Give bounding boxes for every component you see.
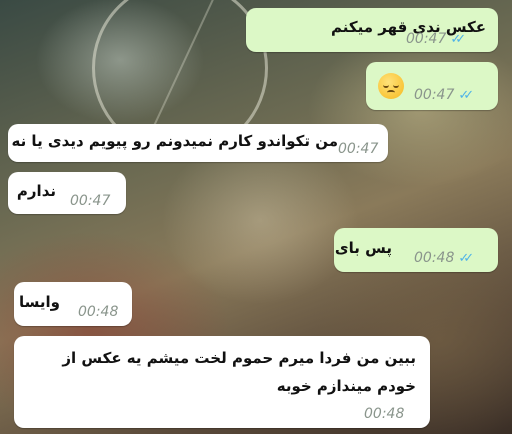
message-time: 00:47 [338, 141, 379, 157]
pensive-face-icon [378, 73, 404, 99]
message-meta: 00:48 ✓✓ [414, 250, 474, 266]
message-time: 00:48 [364, 406, 405, 422]
message-meta: 00:47 ✓✓ [414, 87, 474, 103]
message-text: ندارم [16, 182, 56, 200]
message-bubble-incoming[interactable]: من تکواندو کارم نمیدونم رو پیویم دیدی یا… [8, 124, 388, 162]
double-check-icon: ✓✓ [458, 87, 474, 103]
message-time: 00:47 [406, 31, 447, 47]
message-text: من تکواندو کارم نمیدونم رو پیویم دیدی یا… [11, 132, 338, 150]
message-meta: 00:47 ✓✓ [406, 31, 466, 47]
message-meta: 00:47 [70, 193, 110, 209]
message-bubble-incoming[interactable]: ببین من فردا میرم حموم لخت میشم یه عکس ا… [14, 336, 430, 428]
message-text: پس بای [334, 239, 392, 257]
message-time: 00:47 [70, 193, 111, 209]
double-check-icon: ✓✓ [458, 250, 474, 266]
message-time: 00:48 [78, 304, 119, 320]
message-meta: 00:48 [78, 304, 118, 320]
message-bubble-outgoing[interactable]: عکس ندی قهر میکنم 00:47 ✓✓ [246, 8, 498, 52]
message-meta: 00:48 [364, 406, 404, 422]
message-time: 00:47 [414, 87, 455, 103]
double-check-icon: ✓✓ [450, 31, 466, 47]
message-time: 00:48 [414, 250, 455, 266]
message-bubble-outgoing[interactable]: پس بای 00:48 ✓✓ [334, 228, 498, 272]
message-bubble-incoming[interactable]: ندارم 00:47 [8, 172, 126, 214]
message-text: ببین من فردا میرم حموم لخت میشم یه عکس ا… [62, 349, 416, 395]
message-text: وایسا [19, 293, 60, 311]
message-bubble-outgoing[interactable]: 00:47 ✓✓ [366, 62, 498, 110]
message-meta: 00:47 [338, 141, 378, 157]
message-bubble-incoming[interactable]: وایسا 00:48 [14, 282, 132, 326]
